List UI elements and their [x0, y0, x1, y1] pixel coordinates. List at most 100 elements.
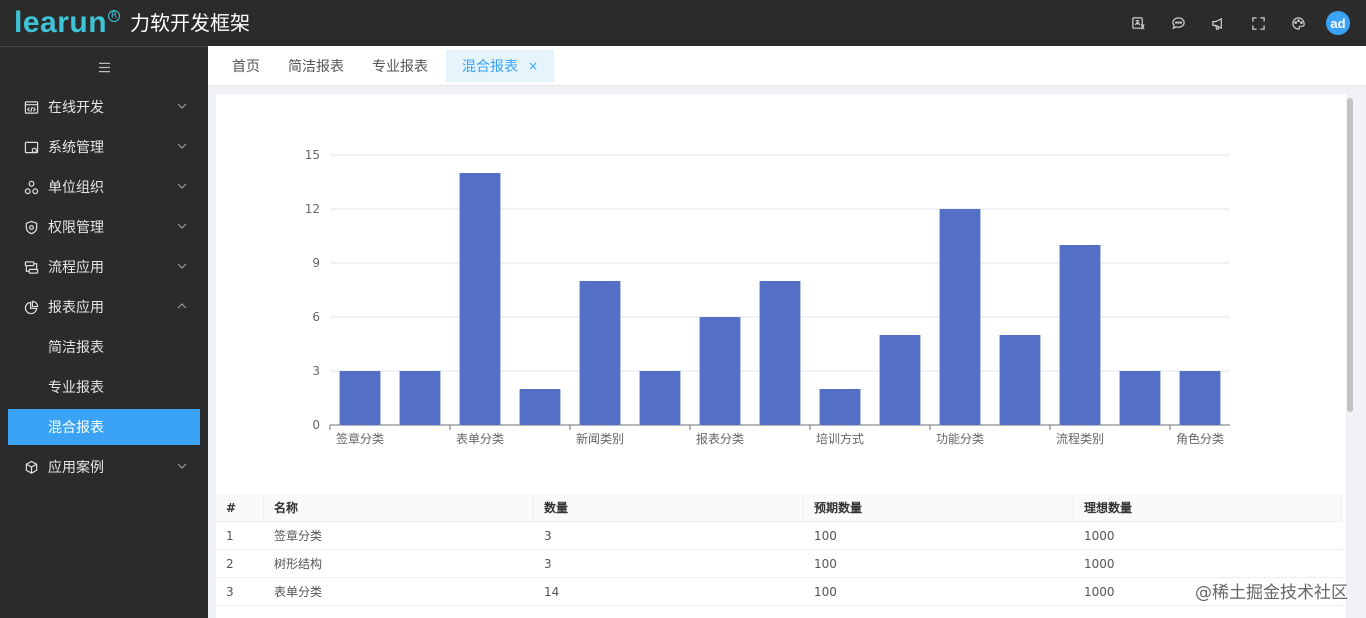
message-icon[interactable]: [1158, 0, 1198, 46]
table-header-cell: 理想数量: [1074, 493, 1342, 522]
table-cell: 签章分类: [274, 529, 323, 543]
bar[interactable]: [999, 335, 1041, 425]
table-cell: 100: [814, 556, 837, 571]
tab-label: 简洁报表: [288, 58, 344, 75]
sidebar-item-label: 单位组织: [48, 180, 104, 196]
menu-collapse-button[interactable]: [0, 47, 208, 87]
palette-icon[interactable]: [1278, 0, 1318, 46]
avatar[interactable]: ad: [1326, 11, 1350, 35]
translate-icon[interactable]: [1118, 0, 1158, 46]
sidebar-item-system[interactable]: 系统管理: [0, 127, 208, 167]
organization-icon: [24, 179, 40, 195]
watermark: @稀土掘金技术社区: [1195, 583, 1348, 603]
app-title: 力软开发框架: [130, 11, 251, 35]
bar[interactable]: [939, 209, 981, 425]
bar[interactable]: [759, 281, 801, 425]
tab-pro-report[interactable]: 专业报表: [362, 50, 438, 82]
chevron-down-icon: [177, 263, 187, 269]
sidebar-item-workflow[interactable]: 流程应用: [0, 247, 208, 287]
data-table: # 名称 数量 预期数量 理想数量 1 签章分类 3 100 1000 2 树形…: [216, 493, 1342, 606]
x-tick-label: 签章分类: [336, 431, 384, 446]
table-cell: 100: [814, 584, 837, 599]
x-tick-label: 功能分类: [936, 432, 984, 446]
sidebar-subitem-pro-report[interactable]: 专业报表: [0, 367, 208, 407]
tab-home[interactable]: 首页: [222, 50, 270, 82]
y-tick-label: 15: [305, 148, 320, 162]
sidebar-item-label: 应用案例: [48, 460, 104, 476]
bar[interactable]: [879, 335, 921, 425]
x-tick-label: 角色分类: [1176, 432, 1224, 446]
system-icon: [24, 139, 40, 155]
pie-chart-icon: [24, 299, 40, 315]
table-header-cell: #: [216, 493, 264, 522]
table-row[interactable]: 3 表单分类 14 100 1000: [216, 578, 1342, 606]
bar[interactable]: [1179, 371, 1221, 425]
tab-mixed-report[interactable]: 混合报表 ×: [446, 49, 555, 82]
sidebar-item-app-cases[interactable]: 应用案例: [0, 447, 208, 487]
bar[interactable]: [339, 371, 381, 425]
bar[interactable]: [459, 173, 501, 425]
table-row[interactable]: 2 树形结构 3 100 1000: [216, 550, 1342, 578]
x-tick-label: 流程类别: [1056, 431, 1104, 446]
sidebar-subitem-mixed-report[interactable]: 混合报表: [8, 409, 200, 445]
sidebar-item-label: 系统管理: [48, 140, 104, 156]
sidebar-item-reports[interactable]: 报表应用: [0, 287, 208, 327]
sidebar-subitem-simple-report[interactable]: 简洁报表: [0, 327, 208, 367]
y-tick-label: 6: [312, 310, 320, 324]
chevron-down-icon: [177, 223, 187, 229]
table-header-cell: 预期数量: [804, 493, 1074, 522]
sidebar-item-label: 报表应用: [48, 300, 104, 316]
x-tick-label: 表单分类: [456, 432, 504, 446]
brand-logo[interactable]: learun R 力软开发框架: [14, 8, 250, 38]
notification-icon[interactable]: [1198, 0, 1238, 46]
chevron-down-icon: [177, 463, 187, 469]
tab-simple-report[interactable]: 简洁报表: [278, 50, 354, 82]
bar[interactable]: [819, 389, 861, 425]
table-cell: 1: [226, 528, 234, 543]
table-cell: 3: [544, 528, 552, 543]
code-window-icon: [24, 99, 40, 115]
tab-label: 混合报表: [462, 58, 518, 75]
bar[interactable]: [519, 389, 561, 425]
sidebar-item-label: 在线开发: [48, 100, 104, 116]
table-row[interactable]: 1 签章分类 3 100 1000: [216, 522, 1342, 550]
table-cell: 100: [814, 528, 837, 543]
tab-label: 首页: [232, 58, 260, 75]
table-cell: 2: [226, 556, 234, 571]
sidebar-item-label: 流程应用: [48, 260, 104, 276]
bar[interactable]: [699, 317, 741, 425]
table-cell: 树形结构: [274, 557, 323, 571]
y-tick-label: 12: [305, 202, 320, 216]
scrollbar-thumb[interactable]: [1347, 98, 1353, 412]
y-tick-label: 9: [312, 256, 320, 270]
bar[interactable]: [639, 371, 681, 425]
tab-label: 专业报表: [372, 58, 428, 75]
shield-icon: [24, 219, 40, 235]
x-tick-label: 培训方式: [816, 431, 864, 446]
top-bar: learun R 力软开发框架 ad: [0, 0, 1366, 46]
table-header-cell: 数量: [534, 493, 804, 522]
sidebar-item-online-dev[interactable]: 在线开发: [0, 87, 208, 127]
close-icon[interactable]: ×: [528, 59, 538, 73]
report-content: 0 3 6 9 12 15 签章分类 表单分类 新闻类别 报表分类 培训方式 功能分类 流程类别 角色分类…: [216, 94, 1346, 618]
chevron-up-icon: [177, 303, 187, 309]
sidebar: 在线开发 系统管理 单位组织 权限管理 流程应用 报表应用 简洁报表 专业报表 …: [0, 46, 208, 618]
cube-icon: [24, 459, 40, 475]
fullscreen-icon[interactable]: [1238, 0, 1278, 46]
y-tick-label: 0: [312, 418, 320, 432]
logo-word: learun: [14, 6, 108, 39]
bar[interactable]: [399, 371, 441, 425]
vertical-scrollbar[interactable]: [1346, 94, 1354, 618]
x-tick-label: 新闻类别: [576, 431, 624, 446]
bar[interactable]: [1119, 371, 1161, 425]
bar[interactable]: [579, 281, 621, 425]
table-cell: 3: [226, 584, 234, 599]
bar[interactable]: [1059, 245, 1101, 425]
sidebar-item-permissions[interactable]: 权限管理: [0, 207, 208, 247]
header-actions: ad: [1118, 0, 1350, 46]
sidebar-item-organization[interactable]: 单位组织: [0, 167, 208, 207]
bar-chart: 0 3 6 9 12 15 签章分类 表单分类 新闻类别 报表分类 培训方式 功能分类 流程类别 角色分类: [305, 148, 1230, 446]
flow-icon: [24, 259, 40, 275]
chevron-down-icon: [177, 143, 187, 149]
table-cell: 14: [544, 584, 560, 599]
